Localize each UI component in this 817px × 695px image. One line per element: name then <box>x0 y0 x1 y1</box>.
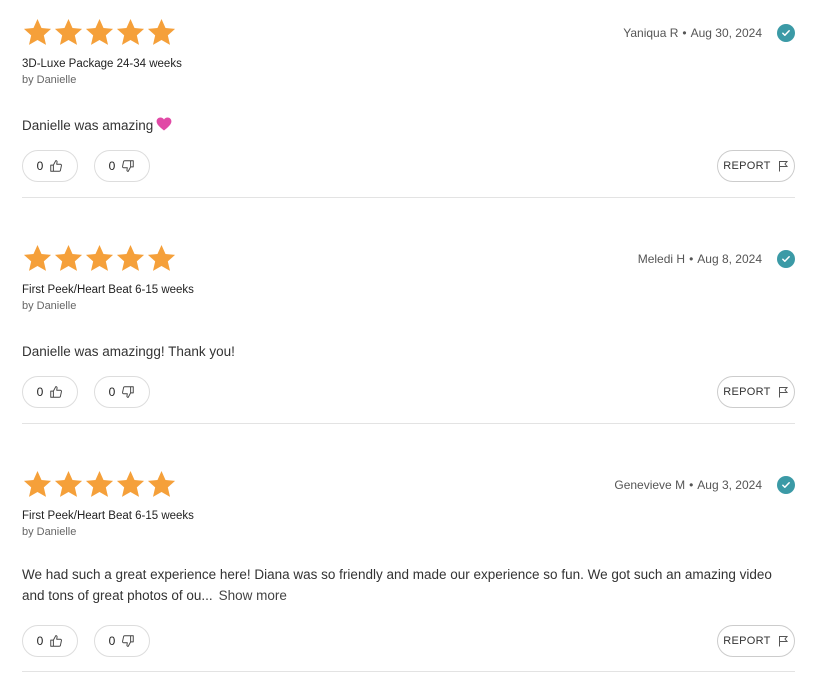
meta-separator: • <box>689 478 694 492</box>
unhelpful-count: 0 <box>108 634 116 648</box>
thumbs-down-icon <box>121 159 135 173</box>
report-button[interactable]: REPORT <box>717 625 795 657</box>
checkmark-circle-icon <box>777 476 795 494</box>
review-divider <box>22 671 795 672</box>
provider-name: Danielle <box>36 526 77 538</box>
review-meta: Yaniqua R • Aug 30, 2024 <box>623 24 795 42</box>
unhelpful-button[interactable]: 0 <box>94 625 150 657</box>
report-label: REPORT <box>723 160 771 172</box>
report-label: REPORT <box>723 635 771 647</box>
review-divider <box>22 197 795 198</box>
star-icon <box>146 469 177 500</box>
review-body: Danielle was amazing <box>22 118 154 133</box>
helpful-button[interactable]: 0 <box>22 625 78 657</box>
report-label: REPORT <box>723 386 771 398</box>
meta-separator: • <box>689 252 694 266</box>
flag-icon <box>771 386 789 398</box>
by-label: by <box>22 526 34 538</box>
report-button[interactable]: REPORT <box>717 376 795 408</box>
star-icon <box>22 243 53 274</box>
reviewer-name: Meledi H <box>637 252 686 266</box>
review-date: Aug 8, 2024 <box>697 252 762 266</box>
star-rating <box>22 17 177 48</box>
review-divider <box>22 423 795 424</box>
by-label: by <box>22 74 34 86</box>
review-text: We had such a great experience here! Dia… <box>22 564 795 606</box>
reviewer-name: Yaniqua R <box>623 26 679 40</box>
star-icon <box>146 17 177 48</box>
review-text: Danielle was amazing <box>22 115 795 136</box>
thumbs-up-icon <box>49 159 63 173</box>
star-icon <box>22 469 53 500</box>
provider-name: Danielle <box>36 74 77 86</box>
star-icon <box>84 243 115 274</box>
service-name: 3D-Luxe Package 24-34 weeks <box>22 58 182 70</box>
star-icon <box>22 17 53 48</box>
star-icon <box>84 469 115 500</box>
unhelpful-button[interactable]: 0 <box>94 150 150 182</box>
report-button[interactable]: REPORT <box>717 150 795 182</box>
review-body: Danielle was amazingg! Thank you! <box>22 344 235 359</box>
unhelpful-count: 0 <box>108 385 116 399</box>
star-rating <box>22 243 177 274</box>
review-body: We had such a great experience here! Dia… <box>22 567 772 603</box>
review-meta: Meledi H • Aug 8, 2024 <box>638 250 795 268</box>
helpful-count: 0 <box>36 634 44 648</box>
star-icon <box>115 17 146 48</box>
helpful-button[interactable]: 0 <box>22 150 78 182</box>
service-name: First Peek/Heart Beat 6-15 weeks <box>22 510 194 522</box>
star-icon <box>53 469 84 500</box>
service-name: First Peek/Heart Beat 6-15 weeks <box>22 284 194 296</box>
thumbs-down-icon <box>121 634 135 648</box>
review-meta: Genevieve M • Aug 3, 2024 <box>614 476 795 494</box>
star-icon <box>53 17 84 48</box>
provider-line: by Danielle <box>22 300 76 312</box>
star-icon <box>53 243 84 274</box>
pink-heart-emoji <box>156 116 172 131</box>
flag-icon <box>771 160 789 172</box>
provider-name: Danielle <box>36 300 77 312</box>
review-date: Aug 3, 2024 <box>697 478 762 492</box>
thumbs-up-icon <box>49 385 63 399</box>
helpful-count: 0 <box>36 385 44 399</box>
provider-line: by Danielle <box>22 526 76 538</box>
thumbs-down-icon <box>121 385 135 399</box>
star-icon <box>84 17 115 48</box>
unhelpful-count: 0 <box>108 159 116 173</box>
provider-line: by Danielle <box>22 74 76 86</box>
star-rating <box>22 469 177 500</box>
star-icon <box>115 243 146 274</box>
review-date: Aug 30, 2024 <box>690 26 762 40</box>
helpful-count: 0 <box>36 159 44 173</box>
thumbs-up-icon <box>49 634 63 648</box>
star-icon <box>146 243 177 274</box>
unhelpful-button[interactable]: 0 <box>94 376 150 408</box>
checkmark-circle-icon <box>777 24 795 42</box>
helpful-button[interactable]: 0 <box>22 376 78 408</box>
meta-separator: • <box>682 26 687 40</box>
reviewer-name: Genevieve M <box>614 478 686 492</box>
show-more-link[interactable]: Show more <box>219 588 287 603</box>
checkmark-circle-icon <box>777 250 795 268</box>
flag-icon <box>771 635 789 647</box>
star-icon <box>115 469 146 500</box>
review-text: Danielle was amazingg! Thank you! <box>22 341 795 362</box>
by-label: by <box>22 300 34 312</box>
